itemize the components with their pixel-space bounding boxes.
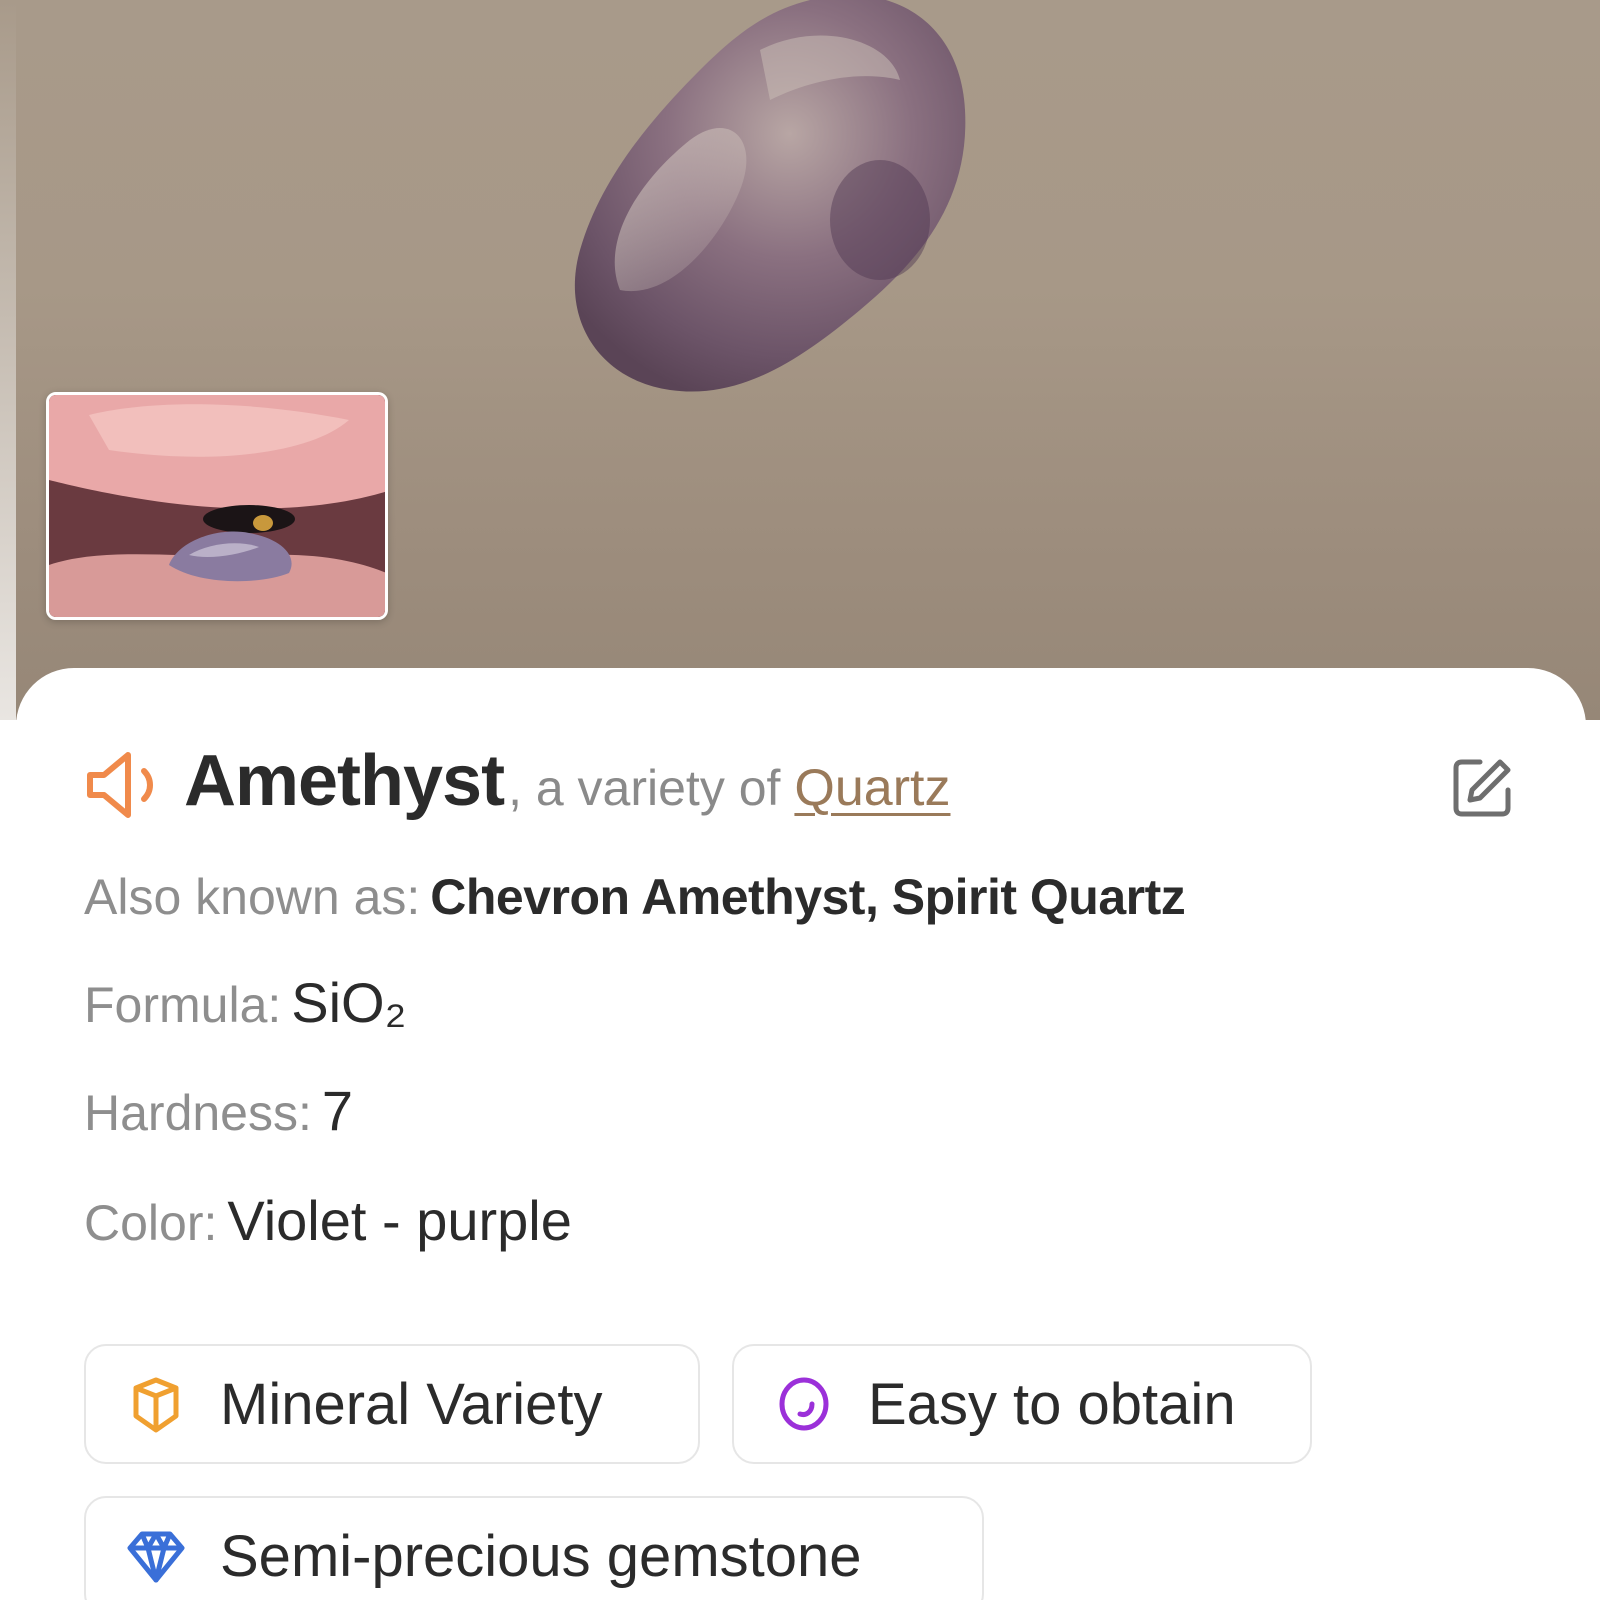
hardness-value: 7 [321, 1079, 354, 1142]
ring-icon [779, 1377, 829, 1431]
tag-semi-precious-gemstone[interactable]: Semi-precious gemstone [84, 1496, 984, 1600]
color-row: Color: Violet - purple [84, 1188, 572, 1253]
details-card: Amethyst , a variety of Quartz Also know… [16, 668, 1586, 1600]
mineral-name: Amethyst [184, 741, 505, 821]
edit-icon[interactable] [1450, 756, 1514, 820]
diamond-icon [127, 1531, 185, 1583]
speaker-icon[interactable] [84, 745, 170, 825]
tag-label: Semi-precious gemstone [220, 1523, 862, 1589]
formula-label: Formula: [84, 977, 282, 1033]
tag-label: Mineral Variety [220, 1371, 603, 1437]
hero-photo [0, 0, 1600, 720]
crystal-icon [133, 1377, 179, 1433]
color-value: Violet - purple [227, 1189, 572, 1252]
finger-holding-stone-thumbnail[interactable] [46, 392, 388, 620]
amethyst-photo [574, 0, 966, 392]
hardness-row: Hardness: 7 [84, 1078, 353, 1143]
aka-label: Also known as: [84, 869, 421, 925]
tag-easy-to-obtain[interactable]: Easy to obtain [732, 1344, 1312, 1464]
formula-value: SiO₂ [291, 971, 407, 1034]
variety-subtitle: , a variety of [508, 760, 781, 816]
color-label: Color: [84, 1195, 218, 1251]
tag-label: Easy to obtain [868, 1371, 1236, 1437]
hardness-label: Hardness: [84, 1085, 312, 1141]
title-row: Amethyst , a variety of Quartz [84, 740, 1524, 830]
formula-row: Formula: SiO₂ [84, 970, 406, 1035]
tag-mineral-variety[interactable]: Mineral Variety [84, 1344, 700, 1464]
aka-value: Chevron Amethyst, Spirit Quartz [430, 869, 1186, 925]
quartz-link[interactable]: Quartz [794, 758, 950, 818]
aka-row: Also known as: Chevron Amethyst, Spirit Q… [84, 868, 1186, 926]
screen-edge [0, 0, 16, 720]
